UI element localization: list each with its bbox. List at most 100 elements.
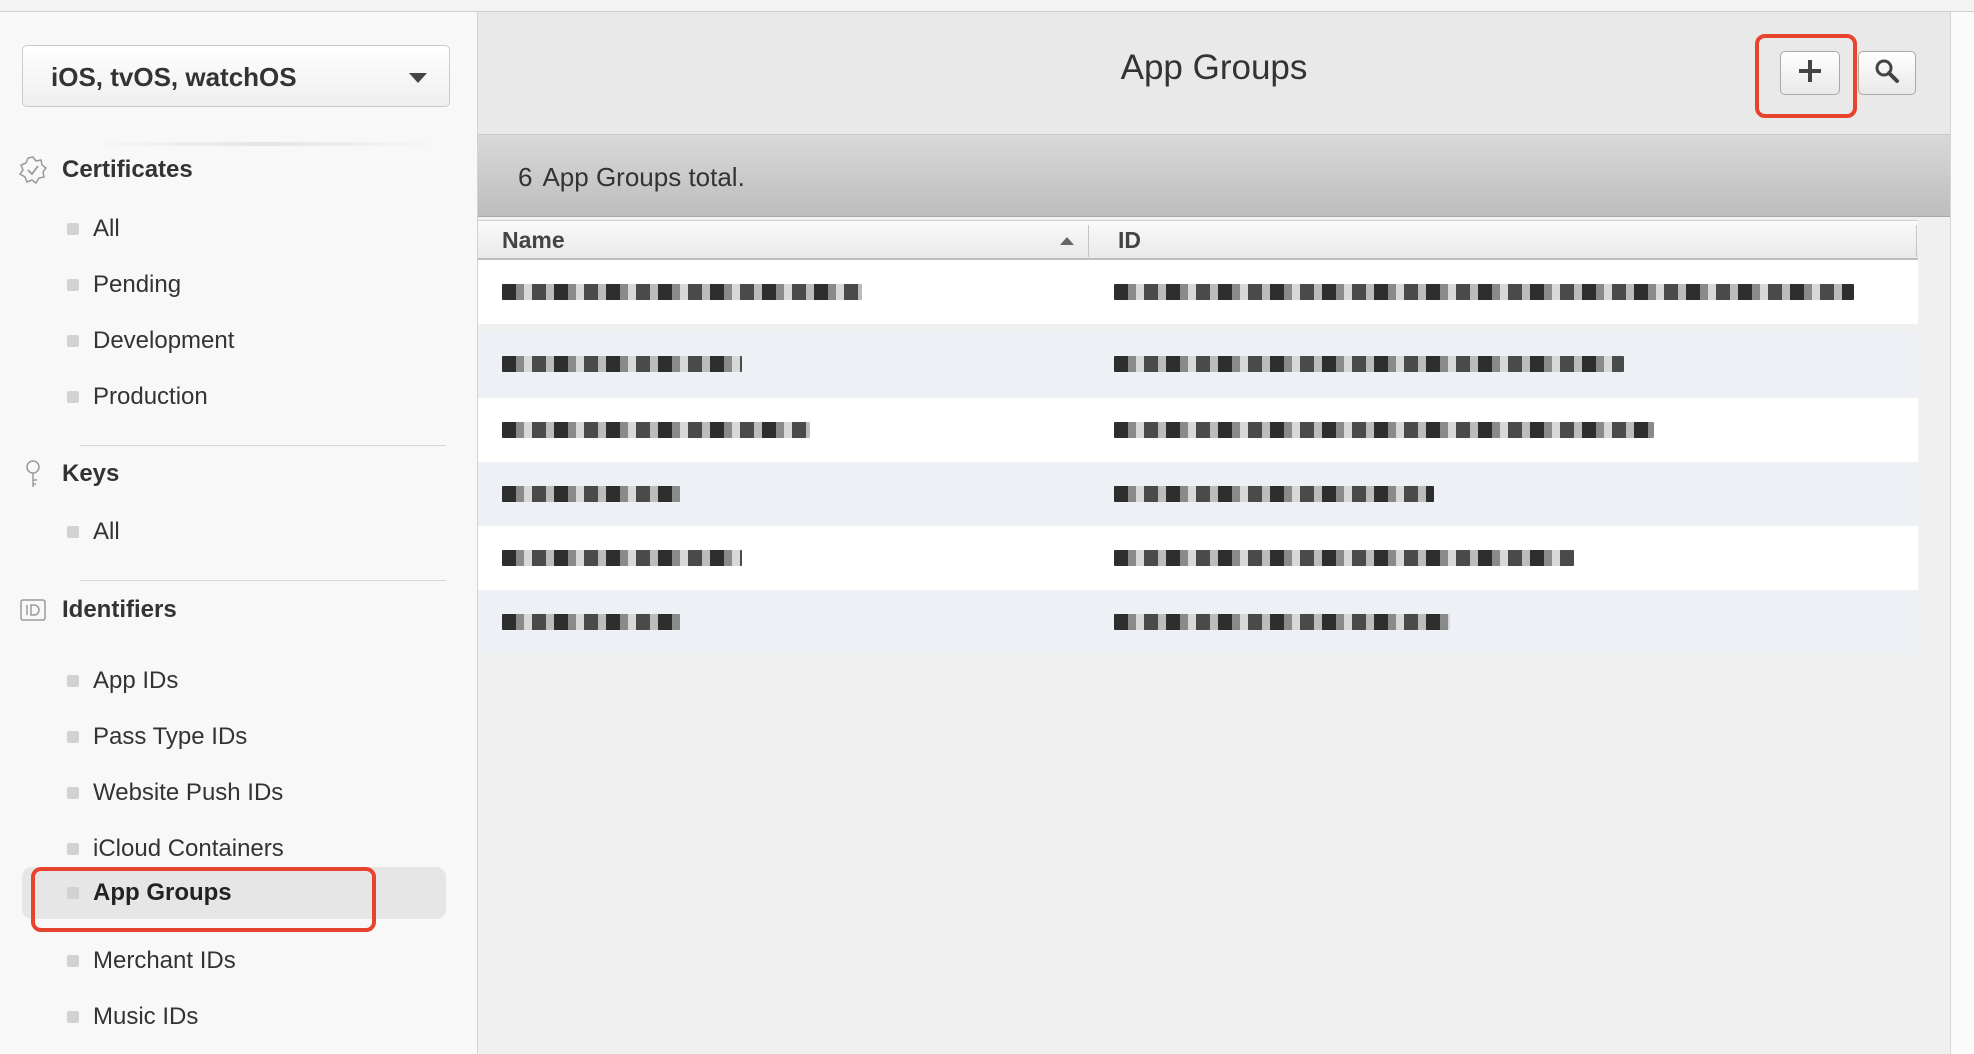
sidebar-item-label: App IDs	[93, 667, 179, 694]
search-button[interactable]	[1858, 51, 1916, 95]
row-name	[502, 526, 742, 590]
sidebar-item-label: All	[93, 215, 120, 242]
sidebar-item-music-ids[interactable]: Music IDs	[22, 991, 446, 1043]
redacted-text	[1114, 614, 1450, 630]
sidebar-item-app-ids[interactable]: App IDs	[22, 655, 446, 707]
sidebar-item-label: Production	[93, 383, 208, 410]
page-header: App Groups	[478, 12, 1950, 135]
group-count: 6	[518, 162, 533, 192]
row-id	[1114, 398, 1654, 462]
redacted-text	[1114, 550, 1574, 566]
column-header-id[interactable]: ID	[1118, 221, 1141, 259]
row-name	[502, 260, 862, 324]
summary-label: App Groups total.	[542, 162, 745, 192]
table-row[interactable]	[478, 260, 1918, 324]
add-button[interactable]	[1780, 51, 1840, 95]
section-title: Keys	[62, 460, 120, 487]
chevron-down-icon	[409, 73, 427, 83]
row-name	[502, 398, 810, 462]
row-id	[1114, 332, 1624, 396]
column-separator	[1088, 225, 1089, 257]
row-name	[502, 332, 742, 396]
redacted-text	[1114, 284, 1854, 300]
divider	[80, 445, 446, 446]
bullet-icon	[67, 1011, 79, 1023]
page-title: App Groups	[1120, 48, 1308, 87]
redacted-text	[1114, 486, 1434, 502]
row-name	[502, 590, 680, 654]
sidebar-item-label: Music IDs	[93, 1003, 199, 1030]
bullet-icon	[67, 731, 79, 743]
redacted-text	[502, 486, 680, 502]
column-header-name[interactable]: Name	[502, 221, 565, 259]
section-title: Certificates	[62, 156, 193, 183]
summary-bar: 6 App Groups total.	[478, 135, 1950, 217]
sidebar: iOS, tvOS, watchOS Certificates All Pend…	[0, 12, 478, 1054]
sidebar-item-label: iCloud Containers	[93, 835, 284, 862]
sidebar-item-pending[interactable]: Pending	[22, 259, 446, 311]
sidebar-item-production[interactable]: Production	[22, 371, 446, 423]
row-id	[1114, 526, 1574, 590]
bullet-icon	[67, 526, 79, 538]
sidebar-item-merchant-ids[interactable]: Merchant IDs	[22, 935, 446, 987]
row-id	[1114, 590, 1450, 654]
plus-icon	[1797, 58, 1823, 89]
bullet-icon	[67, 223, 79, 235]
bullet-icon	[67, 787, 79, 799]
redacted-text	[502, 422, 810, 438]
table-row[interactable]	[478, 332, 1918, 396]
redacted-text	[502, 356, 742, 372]
bullet-icon	[67, 335, 79, 347]
row-name	[502, 462, 680, 526]
bullet-icon	[67, 675, 79, 687]
sidebar-item-development[interactable]: Development	[22, 315, 446, 367]
summary-text: 6 App Groups total.	[518, 162, 755, 193]
section-certificates: Certificates	[18, 152, 193, 188]
row-id	[1114, 462, 1434, 526]
sidebar-item-pass-type-ids[interactable]: Pass Type IDs	[22, 711, 446, 763]
certificate-icon	[18, 155, 48, 185]
sidebar-item-keys-all[interactable]: All	[22, 506, 446, 558]
table-row[interactable]	[478, 398, 1918, 462]
sidebar-item-label: All	[93, 518, 120, 545]
window-top-edge	[0, 0, 1974, 12]
search-icon	[1874, 58, 1900, 89]
table-row[interactable]	[478, 462, 1918, 526]
bullet-icon	[67, 279, 79, 291]
sidebar-item-label: Pending	[93, 271, 182, 298]
sidebar-item-label: Pass Type IDs	[93, 723, 248, 750]
section-keys: Keys	[18, 456, 119, 492]
select-shadow	[90, 142, 440, 146]
sidebar-item-website-push-ids[interactable]: Website Push IDs	[22, 767, 446, 819]
table-row[interactable]	[478, 590, 1918, 654]
redacted-text	[502, 284, 862, 300]
key-icon	[18, 459, 48, 489]
redacted-text	[502, 614, 680, 630]
sidebar-item-app-groups[interactable]: App Groups	[22, 867, 446, 919]
bullet-icon	[67, 887, 79, 899]
sidebar-item-label: App Groups	[93, 879, 232, 906]
platform-select[interactable]: iOS, tvOS, watchOS	[22, 45, 450, 107]
sidebar-item-label: Merchant IDs	[93, 947, 236, 974]
sidebar-item-label: Website Push IDs	[93, 779, 284, 806]
redacted-text	[1114, 356, 1624, 372]
divider	[80, 580, 446, 581]
row-id	[1114, 260, 1854, 324]
redacted-text	[1114, 422, 1654, 438]
sort-ascending-icon	[1060, 237, 1074, 245]
main-content: App Groups 6 App Groups total. Name ID	[478, 12, 1950, 1054]
platform-select-value: iOS, tvOS, watchOS	[51, 62, 297, 92]
redacted-text	[502, 550, 742, 566]
sidebar-item-certificates-all[interactable]: All	[22, 203, 446, 255]
section-title: Identifiers	[62, 596, 177, 623]
table-header: Name ID	[478, 220, 1918, 260]
sidebar-item-label: Development	[93, 327, 235, 354]
section-identifiers: Identifiers	[18, 592, 177, 628]
window-right-edge	[1950, 12, 1974, 1054]
table-row[interactable]	[478, 526, 1918, 590]
bullet-icon	[67, 955, 79, 967]
bullet-icon	[67, 391, 79, 403]
bullet-icon	[67, 843, 79, 855]
column-separator	[1916, 225, 1917, 257]
id-icon	[18, 595, 48, 625]
